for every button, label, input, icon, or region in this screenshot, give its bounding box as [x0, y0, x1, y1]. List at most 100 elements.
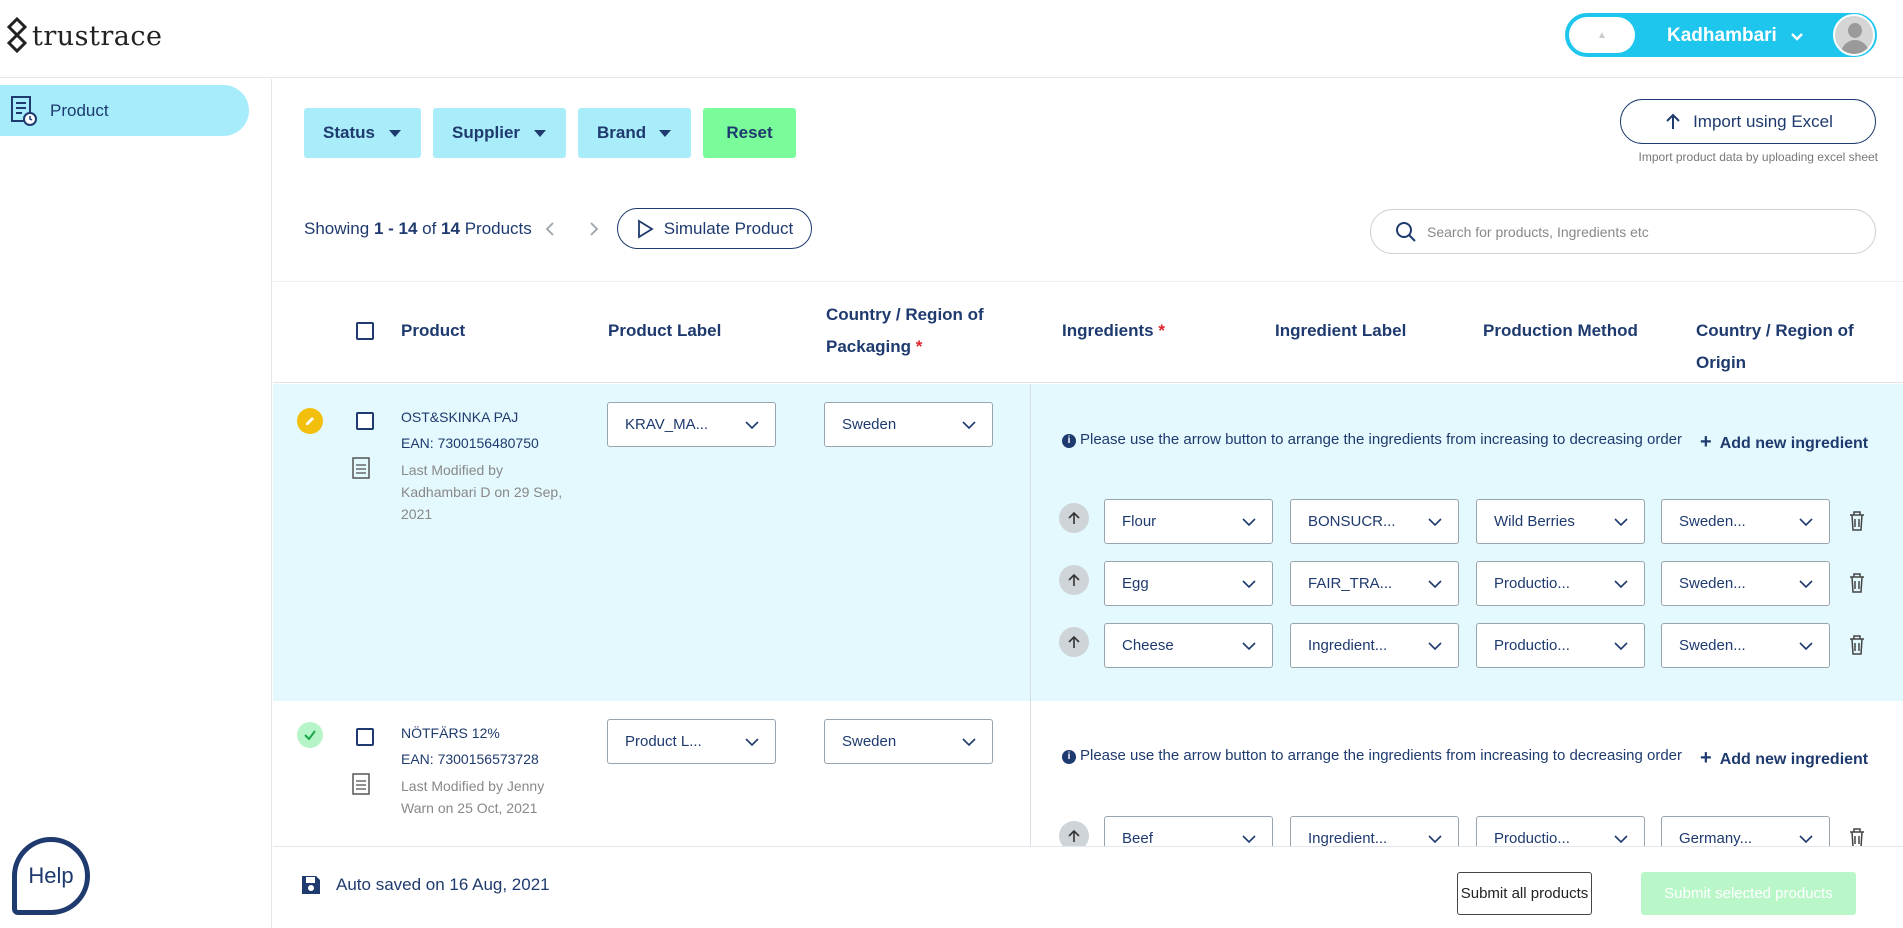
col-country-packaging-text: Country / Region of Packaging	[826, 305, 984, 356]
row-checkbox[interactable]	[356, 728, 374, 746]
plus-icon: +	[1700, 431, 1712, 453]
ingredient-select[interactable]: Beef	[1104, 816, 1273, 846]
edit-status-icon	[297, 408, 323, 434]
chevron-down-icon	[1614, 580, 1628, 589]
col-production-method: Production Method	[1483, 321, 1638, 340]
column-divider	[1030, 384, 1031, 701]
chevron-down-icon	[1428, 835, 1442, 844]
select-value: Sweden	[842, 416, 897, 433]
ingredient-select[interactable]: Flour	[1104, 499, 1273, 544]
mode-toggle[interactable]: ▲	[1569, 17, 1635, 53]
select-value: Sweden	[842, 733, 897, 750]
origin-country-select[interactable]: Germany...	[1661, 816, 1830, 846]
select-value: BONSUCR...	[1308, 513, 1396, 530]
select-value: Ingredient...	[1308, 637, 1388, 654]
row-checkbox[interactable]	[356, 412, 374, 430]
production-method-select[interactable]: Productio...	[1476, 816, 1645, 846]
select-value: Egg	[1122, 575, 1149, 592]
reset-button[interactable]: Reset	[703, 108, 796, 158]
document-icon[interactable]	[352, 773, 370, 795]
next-page-icon[interactable]	[588, 220, 600, 238]
status-filter[interactable]: Status	[304, 108, 421, 158]
prev-page-icon[interactable]	[544, 220, 556, 238]
save-icon	[302, 876, 320, 894]
origin-country-select[interactable]: Sweden...	[1661, 623, 1830, 668]
chevron-down-icon	[1428, 580, 1442, 589]
select-value: Flour	[1122, 513, 1157, 530]
autosave-status: Auto saved on 16 Aug, 2021	[336, 875, 550, 894]
import-excel-button[interactable]: Import using Excel	[1620, 99, 1876, 144]
production-method-select[interactable]: Wild Berries	[1476, 499, 1645, 544]
required-mark: *	[915, 337, 923, 356]
ingredient-select[interactable]: Egg	[1104, 561, 1273, 606]
chevron-down-icon	[745, 738, 759, 747]
arrow-up-icon	[1068, 635, 1080, 648]
col-product: Product	[401, 321, 466, 340]
add-ingredient-button[interactable]: + Add new ingredient	[1700, 431, 1868, 454]
production-method-select[interactable]: Productio...	[1476, 623, 1645, 668]
product-label-select[interactable]: KRAV_MA...	[607, 402, 776, 447]
select-value: Sweden...	[1679, 575, 1746, 592]
ingredient-label-select[interactable]: FAIR_TRA...	[1290, 561, 1459, 606]
trash-icon[interactable]	[1848, 827, 1866, 846]
trash-icon[interactable]	[1848, 572, 1866, 594]
simulate-label: Simulate Product	[663, 218, 794, 238]
logo[interactable]: trustrace	[6, 16, 162, 56]
select-value: Wild Berries	[1494, 513, 1575, 530]
toggle-knob-icon: ▲	[1597, 29, 1607, 41]
table-row: OST&SKINKA PAJ EAN: 7300156480750 Last M…	[273, 384, 1903, 701]
arrow-up-icon	[1068, 573, 1080, 586]
info-icon: i	[1062, 750, 1076, 764]
product-ean: EAN: 7300156573728	[401, 751, 539, 767]
chevron-down-icon	[1614, 835, 1628, 844]
search-input[interactable]	[1427, 223, 1847, 240]
ingredient-label-select[interactable]: Ingredient...	[1290, 816, 1459, 846]
user-menu[interactable]: ▲ Kadhambari	[1565, 13, 1877, 57]
move-up-button[interactable]	[1059, 627, 1089, 657]
select-all-checkbox[interactable]	[356, 322, 374, 340]
brand-filter[interactable]: Brand	[578, 108, 691, 158]
select-value: Productio...	[1494, 575, 1570, 592]
move-up-button[interactable]	[1059, 821, 1089, 846]
col-country-origin: Country / Region of Origin	[1696, 321, 1854, 372]
avatar[interactable]	[1833, 14, 1875, 56]
ingredient-note-text: Please use the arrow button to arrange t…	[1080, 431, 1683, 448]
simulate-product-button[interactable]: Simulate Product	[617, 208, 812, 249]
trash-icon[interactable]	[1848, 634, 1866, 656]
help-button[interactable]: Help	[12, 837, 90, 915]
packaging-country-select[interactable]: Sweden	[824, 719, 993, 764]
ingredient-select[interactable]: Cheese	[1104, 623, 1273, 668]
caret-down-icon	[659, 130, 671, 137]
move-up-button[interactable]	[1059, 503, 1089, 533]
chevron-down-icon	[1614, 642, 1628, 651]
chevron-down-icon	[1799, 518, 1813, 527]
col-ingredient-label: Ingredient Label	[1275, 321, 1407, 340]
add-ingredient-button[interactable]: + Add new ingredient	[1700, 747, 1868, 770]
select-value: Cheese	[1122, 637, 1174, 654]
submit-all-button[interactable]: Submit all products	[1457, 872, 1592, 915]
ingredient-label-select[interactable]: Ingredient...	[1290, 623, 1459, 668]
chevron-down-icon	[962, 738, 976, 747]
origin-country-select[interactable]: Sweden...	[1661, 499, 1830, 544]
status-filter-label: Status	[323, 123, 375, 142]
table-row: NÖTFÄRS 12% EAN: 7300156573728 Last Modi…	[273, 701, 1903, 846]
search-box[interactable]	[1370, 209, 1876, 254]
document-icon[interactable]	[352, 457, 370, 479]
production-method-select[interactable]: Productio...	[1476, 561, 1645, 606]
packaging-country-select[interactable]: Sweden	[824, 402, 993, 447]
ingredient-label-select[interactable]: BONSUCR...	[1290, 499, 1459, 544]
brand-filter-label: Brand	[597, 123, 647, 142]
table-header: Product Product Label Country / Region o…	[273, 282, 1903, 383]
chevron-down-icon	[1791, 33, 1803, 41]
chevron-down-icon	[1799, 642, 1813, 651]
info-icon: i	[1062, 434, 1076, 448]
sidebar-item-product[interactable]: Product	[0, 85, 249, 136]
supplier-filter[interactable]: Supplier	[433, 108, 566, 158]
product-label-select[interactable]: Product L...	[607, 719, 776, 764]
submit-selected-button[interactable]: Submit selected products	[1641, 872, 1856, 915]
trash-icon[interactable]	[1848, 510, 1866, 532]
showing-count: Showing 1 - 14 of 14 Products	[304, 219, 532, 239]
move-up-button[interactable]	[1059, 565, 1089, 595]
last-modified: Last Modified by Kadhambari D on 29 Sep,…	[401, 462, 563, 522]
origin-country-select[interactable]: Sweden...	[1661, 561, 1830, 606]
